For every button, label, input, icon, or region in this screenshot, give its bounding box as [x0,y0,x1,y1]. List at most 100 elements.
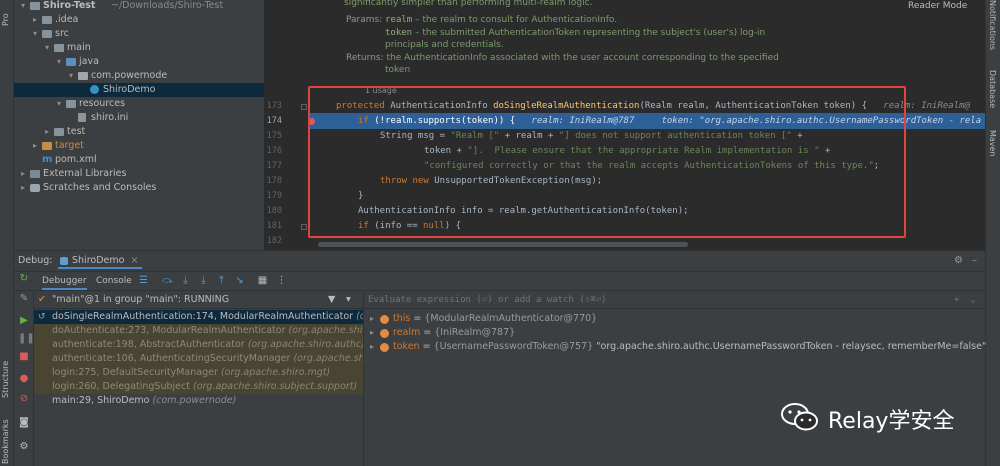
debug-title: Debug: [18,255,53,266]
stack-frame[interactable]: main:29, ShiroDemo (com.powernode) [34,394,363,408]
reader-mode-toggle[interactable]: Reader Mode [908,1,967,11]
variable-row[interactable]: ▸ realm = {IniRealm@787} [364,326,985,340]
left-tool-strip: Pro Structure Bookmarks [0,0,14,466]
code-editor[interactable]: significantly simpler than performing mu… [264,0,985,250]
stack-frame-location: (org.apach [356,311,363,322]
resume-icon[interactable]: ▶ [18,315,30,327]
maven-tool-tab[interactable]: Maven [988,130,997,157]
show-execution-point-icon[interactable]: ☰ [138,275,149,286]
chevron-down-icon[interactable]: ▾ [18,0,28,13]
line-number: 178 [266,176,282,186]
variable-text: this = {ModularRealmAuthenticator@770} [393,312,597,326]
scrollbar-thumb[interactable] [318,242,688,247]
tree-item[interactable]: ShiroDemo [14,83,264,97]
stack-frame-location: (org.apache.shiro.mgt) [293,353,363,364]
rerun-icon[interactable]: ↻ [18,273,30,285]
editor-horizontal-scrollbar[interactable] [308,241,985,248]
mute-breakpoints-icon[interactable]: ⊘ [18,393,30,405]
stack-frame[interactable]: ↺ doSingleRealmAuthentication:174, Modula… [34,310,363,324]
stack-frame[interactable]: login:260, DelegatingSubject (org.apache… [34,380,363,394]
thread-selector[interactable]: ✔ "main"@1 in group "main": RUNNING ▼ ▾ [34,291,363,309]
tab-debugger[interactable]: Debugger [42,272,87,290]
debug-session-tab[interactable]: ShiroDemo × [58,253,143,269]
run-to-cursor-icon[interactable]: ↘ [234,275,245,286]
tree-item[interactable]: ▸ test [14,125,264,139]
chevron-right-icon[interactable]: ▸ [30,13,40,27]
folder-icon [30,2,40,10]
tree-item[interactable]: shiro.ini [14,111,264,125]
tree-item[interactable]: ▾ com.powernode [14,69,264,83]
more-options-icon[interactable]: ⋮ [276,275,287,286]
tree-item[interactable]: ▾ src [14,27,264,41]
stack-frame[interactable]: login:275, DefaultSecurityManager (org.a… [34,366,363,380]
fold-marker-icon[interactable] [301,104,307,110]
force-step-into-icon[interactable]: ⤓ [198,275,209,286]
minimize-icon[interactable]: – [972,251,977,271]
variable-row[interactable]: ▸ token = {UsernamePasswordToken@757} "or… [364,340,986,354]
chevron-down-icon[interactable]: ▾ [54,55,64,69]
variable-name: this [393,313,411,324]
chevron-right-icon[interactable]: ▸ [370,326,374,340]
source-folder-icon [66,58,76,66]
chevron-right-icon[interactable]: ▸ [18,181,28,195]
chevron-down-icon[interactable]: ▾ [54,97,64,111]
stop-icon[interactable]: ■ [18,351,30,363]
tree-item[interactable]: ▾ Shiro-Test ~/Downloads/Shiro-Test [14,0,264,13]
tree-item[interactable]: ▸ target [14,139,264,153]
tree-item[interactable]: ▾ java [14,55,264,69]
pause-icon[interactable]: ❚❚ [18,333,35,345]
tab-console[interactable]: Console [96,272,132,290]
step-over-icon[interactable]: ⤼ [162,275,173,286]
tree-item-label: resources [79,98,126,109]
folder-icon [42,16,52,24]
chevron-down-icon[interactable]: ⌄ [970,291,975,309]
settings-icon[interactable]: ⚙ [18,441,30,453]
chevron-right-icon[interactable]: ▸ [18,167,28,181]
step-out-icon[interactable]: ⤒ [216,275,227,286]
stack-frame-text: doAuthenticate:273, ModularRealmAuthenti… [52,324,363,338]
step-into-icon[interactable]: ⤓ [180,275,191,286]
equals-sign: = [410,313,425,324]
maven-file-icon: m [42,154,53,165]
stack-frame-method: authenticate:198, AbstractAuthenticator [52,339,245,350]
filter-icon[interactable]: ▼ [328,291,335,309]
thread-label: "main"@1 in group "main": RUNNING [52,294,230,305]
chevron-down-icon[interactable]: ▾ [66,69,76,83]
chevron-right-icon[interactable]: ▸ [42,125,52,139]
bookmarks-tool-tab[interactable]: Bookmarks [1,414,10,464]
wrench-icon[interactable]: ✎ [18,293,30,305]
project-tool-tab[interactable]: Pro [1,2,10,26]
tree-item[interactable]: ▸ External Libraries [14,167,264,181]
settings-gear-icon[interactable]: ⚙ [954,251,963,271]
chevron-right-icon[interactable]: ▸ [370,312,374,326]
structure-tool-tab[interactable]: Structure [1,352,10,398]
camera-icon[interactable]: ◙ [18,417,30,429]
database-tool-tab[interactable]: Database [988,70,997,108]
tree-item[interactable]: ▾ resources [14,97,264,111]
tree-item-label: pom.xml [55,154,97,165]
equals-sign: = [420,327,435,338]
variable-row[interactable]: ▸ this = {ModularRealmAuthenticator@770} [364,312,985,326]
close-tab-icon[interactable]: × [130,255,138,266]
tree-item[interactable]: ▾ main [14,41,264,55]
tree-item[interactable]: ▸ .idea [14,13,264,27]
stack-frame[interactable]: authenticate:106, AuthenticatingSecurity… [34,352,363,366]
tree-item-label: shiro.ini [91,112,129,123]
view-breakpoints-icon[interactable]: ● [18,373,30,385]
tree-item-path: ~/Downloads/Shiro-Test [111,0,224,11]
stack-frame[interactable]: authenticate:198, AbstractAuthenticator … [34,338,363,352]
chevron-right-icon[interactable]: ▸ [370,340,374,354]
evaluate-expression-icon[interactable]: ▦ [257,275,268,286]
fold-marker-icon[interactable] [301,224,307,230]
field-icon [380,343,389,352]
add-watch-icon[interactable]: + [954,291,959,309]
evaluate-expression-input[interactable]: Evaluate expression (⏎) or add a watch (… [364,291,985,309]
notifications-tool-tab[interactable]: Notifications [988,0,997,50]
chevron-down-icon[interactable]: ▾ [346,291,351,309]
chevron-right-icon[interactable]: ▸ [30,139,40,153]
chevron-down-icon[interactable]: ▾ [30,27,40,41]
tree-item[interactable]: ▸ Scratches and Consoles [14,181,264,195]
stack-frame[interactable]: doAuthenticate:273, ModularRealmAuthenti… [34,324,363,338]
tree-item[interactable]: m pom.xml [14,153,264,167]
chevron-down-icon[interactable]: ▾ [42,41,52,55]
